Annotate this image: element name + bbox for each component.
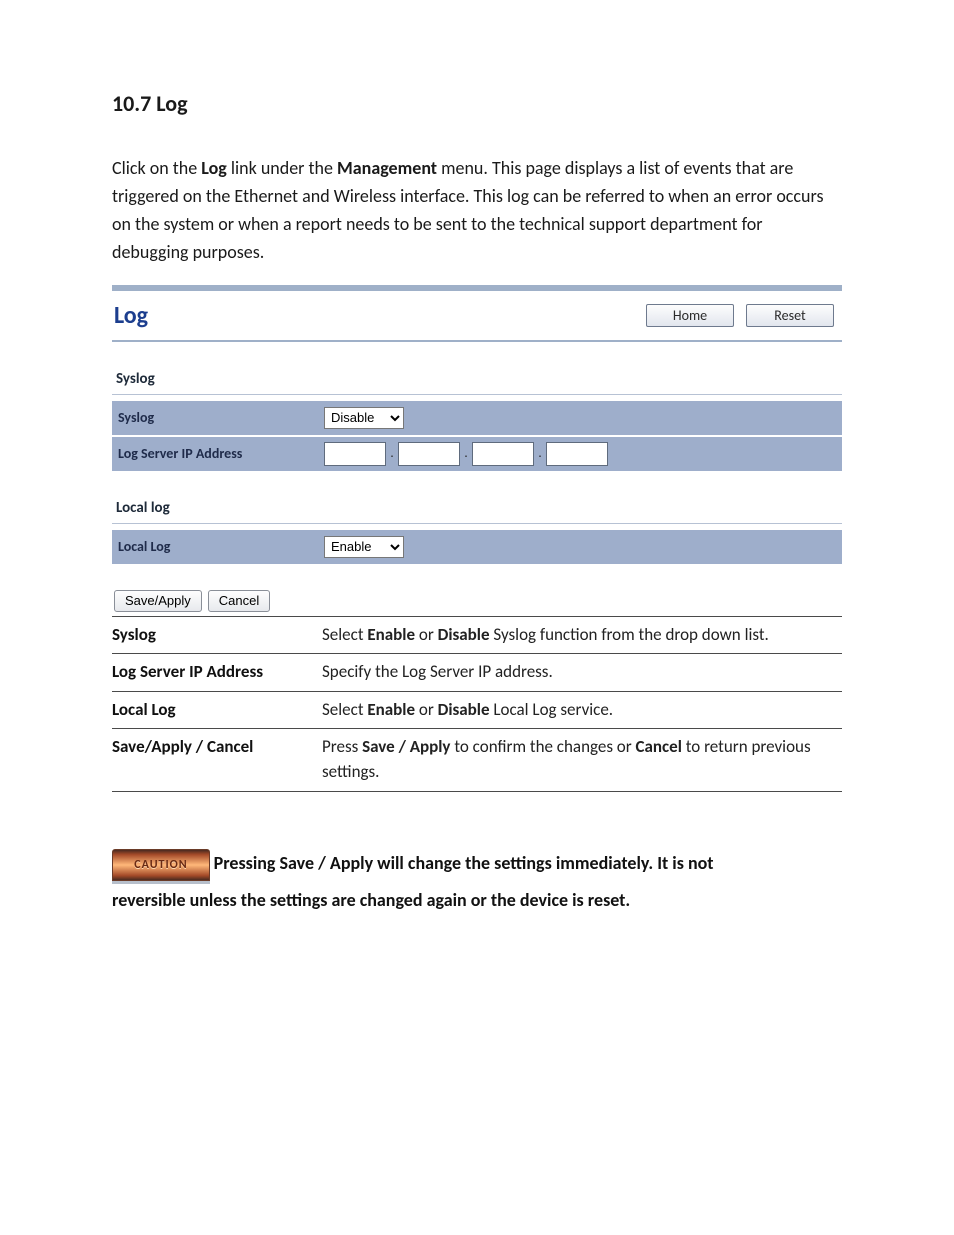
caution-text: reversible unless the settings are chang…	[112, 885, 842, 916]
caution-block: CAUTION Pressing Save / Apply will chang…	[112, 848, 842, 916]
form-buttons: Save/Apply Cancel	[112, 590, 842, 612]
syslog-section-title: Syslog	[112, 370, 842, 395]
save-apply-button[interactable]: Save/Apply	[114, 590, 202, 612]
text-bold: Enable	[367, 624, 415, 645]
caution-text: Pressing Save / Apply will change the se…	[214, 852, 714, 874]
param-label: Syslog	[112, 616, 322, 654]
logserver-label: Log Server IP Address	[112, 445, 324, 462]
caution-badge-label: CAUTION	[134, 858, 187, 872]
param-label: Local Log	[112, 691, 322, 729]
param-desc: Select Enable or Disable Local Log servi…	[322, 691, 842, 729]
syslog-select[interactable]: Disable	[324, 407, 404, 429]
parameter-table: Syslog Select Enable or Disable Syslog f…	[112, 616, 842, 792]
locallog-row: Local Log Enable	[112, 530, 842, 564]
text: Local Log service.	[490, 699, 614, 720]
locallog-select[interactable]: Enable	[324, 536, 404, 558]
text-bold: Cancel	[636, 736, 682, 757]
locallog-section-title: Local log	[112, 499, 842, 524]
ip-dot: .	[386, 446, 398, 461]
table-row: Log Server IP Address Specify the Log Se…	[112, 654, 842, 692]
text: Press	[322, 736, 362, 757]
locallog-label: Local Log	[112, 538, 324, 555]
logserver-row: Log Server IP Address . . .	[112, 437, 842, 471]
text: or	[415, 624, 438, 645]
syslog-section: Syslog Syslog Disable Log Server IP Addr…	[112, 370, 842, 471]
logserver-control: . . .	[324, 442, 842, 466]
home-button[interactable]: Home	[646, 304, 734, 327]
text: or	[415, 699, 438, 720]
ip-octet-3[interactable]	[472, 442, 534, 466]
text-bold: Enable	[367, 699, 415, 720]
section-heading: 10.7 Log	[112, 90, 842, 117]
ip-octet-2[interactable]	[398, 442, 460, 466]
locallog-control: Enable	[324, 536, 842, 558]
param-desc: Specify the Log Server IP address.	[322, 654, 842, 692]
syslog-control: Disable	[324, 407, 842, 429]
text-bold: Disable	[438, 699, 490, 720]
text: to confirm the changes or	[451, 736, 636, 757]
ui-topbar: Log Home Reset	[112, 297, 842, 342]
intro-text: Click on the	[112, 157, 201, 179]
syslog-row: Syslog Disable	[112, 401, 842, 435]
text: Select	[322, 624, 367, 645]
ip-octet-4[interactable]	[546, 442, 608, 466]
param-desc: Press Save / Apply to confirm the change…	[322, 729, 842, 791]
intro-text: link under the	[227, 157, 337, 179]
text: Syslog function from the drop down list.	[490, 624, 769, 645]
param-label: Save/Apply / Cancel	[112, 729, 322, 791]
locallog-section: Local log Local Log Enable	[112, 499, 842, 564]
param-label: Log Server IP Address	[112, 654, 322, 692]
table-row: Syslog Select Enable or Disable Syslog f…	[112, 616, 842, 654]
syslog-label: Syslog	[112, 409, 324, 426]
reset-button[interactable]: Reset	[746, 304, 834, 327]
caution-badge-icon: CAUTION	[112, 849, 210, 881]
ip-dot: .	[534, 446, 546, 461]
intro-link-bold: Log	[201, 157, 227, 179]
param-desc: Select Enable or Disable Syslog function…	[322, 616, 842, 654]
intro-paragraph: Click on the Log link under the Manageme…	[112, 155, 842, 267]
cancel-button[interactable]: Cancel	[208, 590, 270, 612]
text-bold: Save / Apply	[362, 736, 450, 757]
table-row: Save/Apply / Cancel Press Save / Apply t…	[112, 729, 842, 791]
text: Select	[322, 699, 367, 720]
ip-dot: .	[460, 446, 472, 461]
page-title: Log	[114, 301, 634, 330]
ip-octet-1[interactable]	[324, 442, 386, 466]
text-bold: Disable	[438, 624, 490, 645]
table-row: Local Log Select Enable or Disable Local…	[112, 691, 842, 729]
router-ui-screenshot: Log Home Reset Syslog Syslog Disable Log…	[112, 285, 842, 612]
intro-menu-bold: Management	[337, 157, 437, 179]
page: 10.7 Log Click on the Log link under the…	[0, 0, 954, 1235]
